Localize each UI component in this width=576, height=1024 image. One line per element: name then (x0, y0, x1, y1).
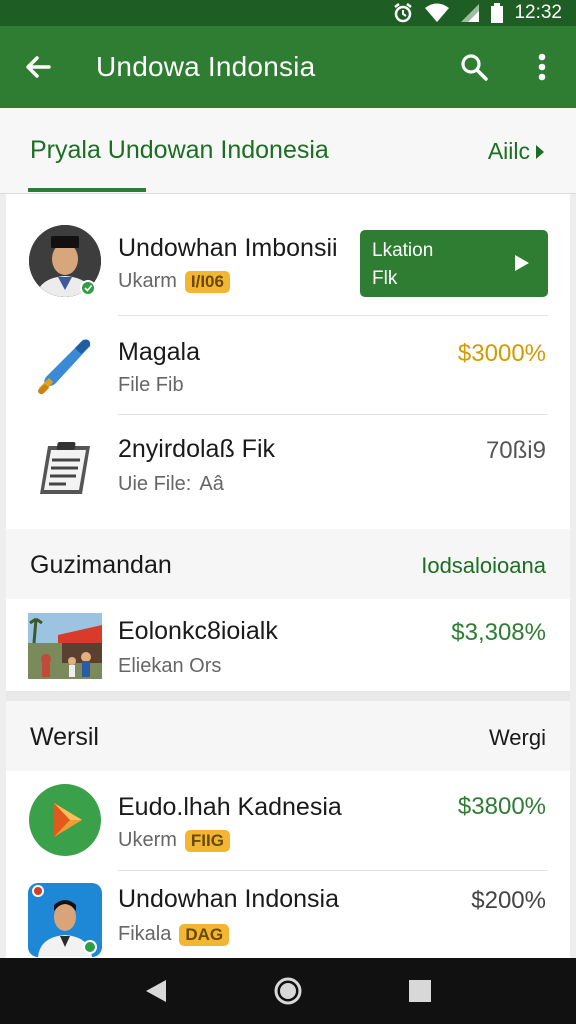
section-title: Wersil (30, 723, 99, 751)
more-vert-icon (538, 53, 546, 81)
play-logo-icon (28, 783, 102, 857)
item-subtitle: Eliekan Ors (118, 655, 222, 677)
content-list: Undowhan Imbonsii Ukarm I/I06 Lkation Fl… (6, 194, 570, 958)
item-subtitle-text: Uie File: (118, 473, 192, 495)
section-header: Guzimandan Iodsaloioana (6, 529, 570, 599)
item-value: $3000% (457, 340, 546, 367)
section-title: Guzimandan (30, 551, 172, 579)
avatar (28, 224, 102, 298)
item-title: 2nyirdolaß Fik (118, 435, 275, 463)
action-line1: Lkation (372, 240, 434, 261)
brush-icon (28, 328, 102, 402)
tab-indicator (28, 188, 146, 192)
item-subtitle: Ukerm FIIG (118, 829, 230, 852)
tab-more-label: Aiilc (487, 138, 530, 164)
clipboard-icon (28, 431, 102, 505)
item-subtitle: Fikala DAG (118, 923, 230, 946)
photo-thumbnail (28, 609, 102, 683)
item-value: $3800% (457, 793, 546, 820)
item-subtitle-text: Ukarm (118, 270, 177, 292)
section-gap (6, 691, 570, 701)
item-subtitle: Uie File: Aâ (118, 473, 224, 496)
nav-back-button[interactable] (126, 961, 186, 1021)
section-header: Wersil Wergi (6, 701, 570, 771)
back-arrow-icon (26, 56, 51, 78)
overflow-menu-button[interactable] (508, 26, 576, 108)
square-recents-icon (409, 980, 431, 1002)
item-value: 70ßi9 (485, 437, 546, 464)
item-badge: DAG (179, 923, 230, 946)
signal-icon (460, 3, 480, 23)
action-line2: Flk (372, 268, 398, 289)
tab-main[interactable]: Pryala Undowan Indonesia (30, 136, 329, 165)
circle-home-icon (274, 977, 302, 1005)
app-bar: Undowa Indonsia (0, 26, 576, 108)
list-item[interactable]: Undowhan Imbonsii Ukarm I/I06 Lkation Fl… (6, 194, 570, 314)
tab-more-link[interactable]: Aiilc (488, 138, 546, 165)
item-title: Eolonkc8ioialk (118, 617, 278, 645)
item-title: Magala (118, 338, 200, 366)
nav-recents-button[interactable] (390, 961, 450, 1021)
item-subtitle: File Fib (118, 374, 184, 396)
chevron-right-icon (536, 144, 544, 159)
alarm-icon (392, 2, 414, 24)
search-icon (461, 54, 488, 81)
section-link[interactable]: Wergi (489, 725, 546, 751)
item-subtitle-text: Ukerm (118, 829, 177, 851)
list-item[interactable]: Eudo.lhah Kadnesia Ukerm FIIG $3800% (6, 771, 570, 869)
wifi-icon (424, 3, 450, 23)
back-button[interactable] (0, 26, 76, 108)
system-nav-bar (0, 958, 576, 1024)
item-subtitle: Ukarm I/I06 (118, 270, 230, 293)
list-item[interactable]: Eolonkc8ioialk Eliekan Ors $3,308% (6, 599, 570, 691)
item-subtitle-text: Fikala (118, 923, 172, 945)
app-title: Undowa Indonsia (96, 51, 316, 82)
item-action-button[interactable]: Lkation Flk (360, 230, 548, 297)
item-title: Undowhan Imbonsii (118, 234, 338, 262)
section-link[interactable]: Iodsaloioana (421, 553, 546, 579)
item-value: $3,308% (451, 619, 546, 646)
triangle-back-icon (146, 980, 166, 1002)
search-button[interactable] (440, 26, 508, 108)
list-item[interactable]: Undowhan Indonsia Fikala DAG $200% (6, 871, 570, 958)
avatar-2 (28, 883, 102, 957)
item-title: Eudo.lhah Kadnesia (118, 793, 342, 821)
status-bar: 12:32 (0, 0, 576, 26)
list-item[interactable]: Magala File Fib $3000% (6, 316, 570, 414)
item-value: $200% (471, 887, 546, 914)
tab-bar: Pryala Undowan Indonesia Aiilc (0, 108, 576, 194)
nav-home-button[interactable] (258, 961, 318, 1021)
status-time: 12:32 (514, 2, 562, 23)
play-icon (515, 255, 529, 271)
item-badge: I/I06 (184, 270, 230, 293)
list-item[interactable]: 2nyirdolaß Fik Uie File: Aâ 70ßi9 (6, 415, 570, 527)
battery-icon (490, 3, 504, 23)
item-title: Undowhan Indonsia (118, 885, 339, 913)
item-subtitle-extra: Aâ (199, 473, 224, 495)
item-badge: FIIG (184, 829, 230, 852)
